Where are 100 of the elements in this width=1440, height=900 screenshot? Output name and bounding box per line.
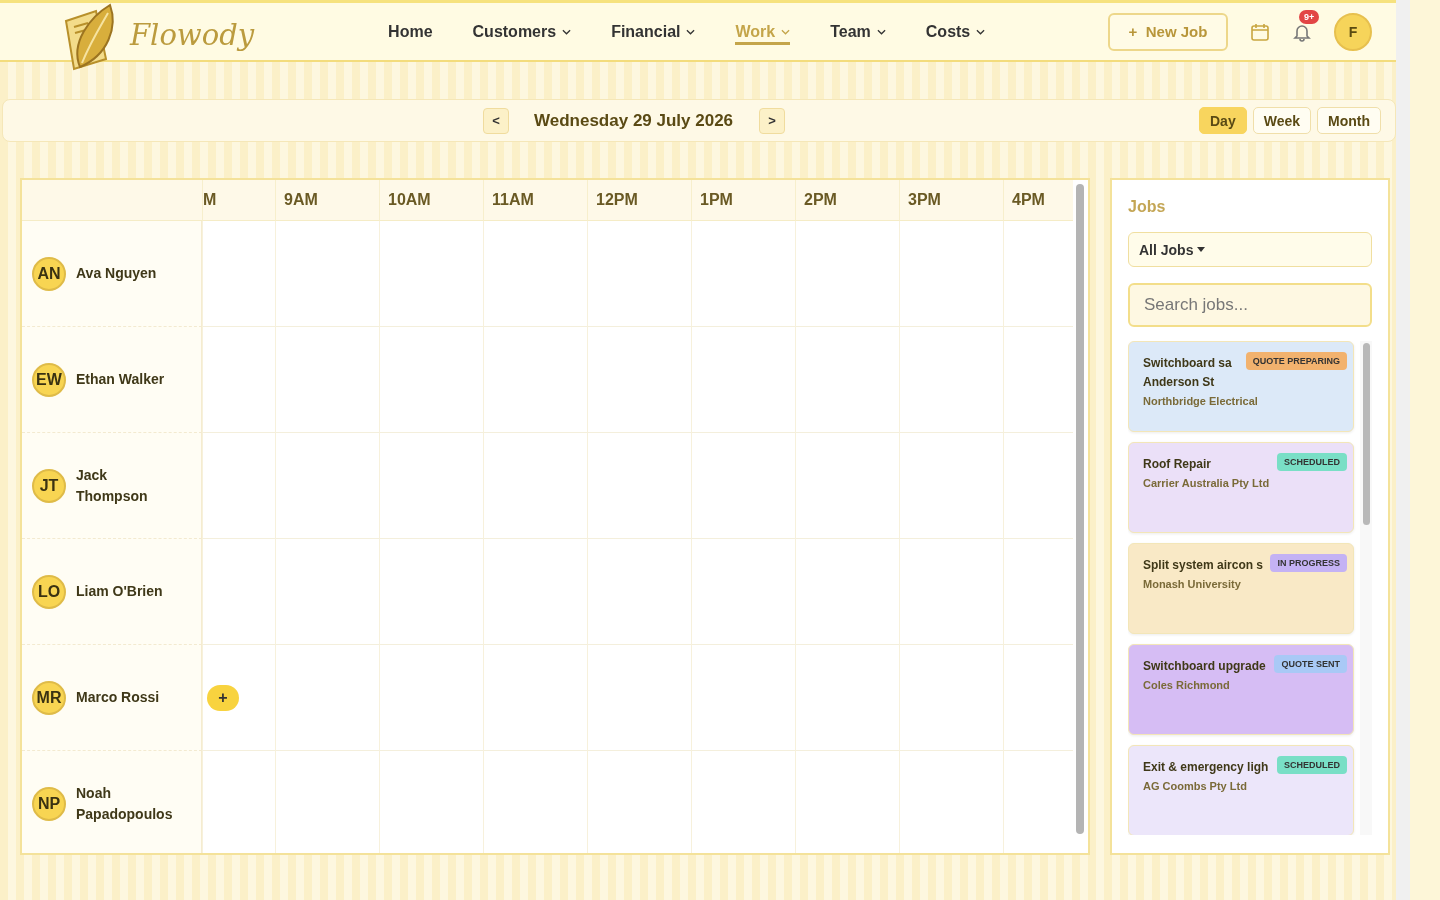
job-card[interactable]: Split system aircon s IN PROGRESS Monash University	[1128, 543, 1354, 634]
job-card[interactable]: Roof Repair SCHEDULED Carrier Australia Pty Ltd	[1128, 442, 1354, 533]
status-badge: SCHEDULED	[1277, 756, 1347, 774]
staff-avatar: AN	[32, 256, 66, 291]
customer-name: Coles Richmond	[1143, 679, 1231, 691]
schedule-cell[interactable]	[275, 539, 379, 645]
schedule-cell[interactable]	[587, 433, 691, 539]
schedule-cell[interactable]	[275, 433, 379, 539]
view-tab[interactable]: Week	[1252, 107, 1311, 134]
schedule-cell[interactable]	[899, 539, 1003, 645]
staff-name: Jack Thompson	[76, 465, 149, 506]
schedule-cell[interactable]	[691, 327, 795, 433]
search-field[interactable]: Search jobs...	[1128, 283, 1372, 327]
staff-avatar: MR	[32, 680, 66, 715]
schedule-cell[interactable]	[275, 221, 379, 327]
schedule-cell[interactable]	[379, 327, 483, 433]
schedule-cell[interactable]	[795, 645, 899, 751]
schedule-cell[interactable]	[899, 221, 1003, 327]
scrollbar[interactable]	[1362, 343, 1370, 525]
customer-name: Monash University	[1143, 578, 1242, 590]
view-tab[interactable]: Day	[1199, 107, 1247, 134]
schedule-cell[interactable]	[587, 645, 691, 751]
status-badge: QUOTE PREPARING	[1245, 352, 1347, 370]
schedule-cell[interactable]	[202, 539, 275, 645]
schedule-cell[interactable]	[899, 645, 1003, 751]
schedule-cell[interactable]	[691, 433, 795, 539]
schedule-cell[interactable]	[691, 221, 795, 327]
schedule-cell[interactable]	[1003, 327, 1073, 433]
job-title: Roof Repair	[1143, 456, 1211, 473]
time-header: 10AM	[379, 180, 483, 221]
schedule-cell[interactable]	[795, 221, 899, 327]
schedule-cell[interactable]	[379, 221, 483, 327]
schedule-cell[interactable]	[1003, 645, 1073, 751]
schedule-cell[interactable]	[899, 327, 1003, 433]
schedule-cell[interactable]	[1003, 433, 1073, 539]
schedule-cell[interactable]	[379, 539, 483, 645]
schedule-cell[interactable]	[379, 433, 483, 539]
schedule-cell[interactable]: +	[202, 645, 275, 751]
customer-name: AG Coombs Pty Ltd	[1143, 780, 1248, 792]
time-header: 12PM	[587, 180, 691, 221]
schedule-cell[interactable]	[483, 539, 587, 645]
nav-link[interactable]: Home	[388, 18, 433, 45]
schedule-cell[interactable]	[587, 221, 691, 327]
job-card[interactable]: Exit & emergency ligh SCHEDULED AG Coombs Pty Ltd	[1128, 745, 1354, 835]
job-card[interactable]: Switchboard upgrade QUOTE SENT Coles Richmond	[1128, 644, 1354, 735]
staff-avatar: NP	[32, 786, 66, 821]
staff-avatar: JT	[32, 468, 66, 503]
schedule-cell[interactable]	[795, 433, 899, 539]
nav-link[interactable]: Team	[830, 18, 886, 45]
schedule-cell[interactable]	[275, 645, 379, 751]
nav-link[interactable]: Customers	[472, 18, 572, 45]
job-title: Split system aircon s	[1143, 557, 1264, 574]
schedule-cell[interactable]	[483, 221, 587, 327]
schedule-cell[interactable]	[1003, 221, 1073, 327]
staff-avatar: EW	[32, 362, 66, 397]
staff-name: Noah Papadopoulos	[76, 783, 174, 824]
job-title: Anderson St	[1143, 374, 1216, 391]
customer-name: Carrier Australia Pty Ltd	[1143, 477, 1271, 489]
scrollbar[interactable]	[1076, 184, 1084, 834]
schedule-cell[interactable]	[795, 539, 899, 645]
schedule-cell[interactable]	[899, 433, 1003, 539]
nav-link[interactable]: Financial	[611, 18, 696, 45]
schedule-cell[interactable]	[202, 221, 275, 327]
user-avatar[interactable]: F	[1334, 12, 1372, 51]
schedule-cell[interactable]	[275, 327, 379, 433]
staff-name: Ethan Walker	[76, 370, 166, 389]
staff-name: Marco Rossi	[76, 688, 161, 707]
job-filter-dropdown[interactable]: All Jobs	[1128, 232, 1372, 267]
job-title: Switchboard upgrade	[1143, 658, 1266, 675]
schedule-cell[interactable]	[379, 645, 483, 751]
calendar-icon[interactable]	[1250, 21, 1270, 42]
schedule-cell[interactable]	[1003, 539, 1073, 645]
staff-avatar: LO	[32, 574, 66, 609]
date-title: Wednesday 29 July 2026	[534, 110, 734, 131]
add-job-button[interactable]: +	[207, 684, 239, 711]
schedule-cell[interactable]	[691, 645, 795, 751]
staff-name: Liam O'Brien	[76, 582, 164, 601]
job-title: Switchboard sa	[1143, 355, 1232, 372]
schedule-cell[interactable]	[587, 327, 691, 433]
schedule-cell[interactable]	[795, 327, 899, 433]
schedule-cell[interactable]	[587, 539, 691, 645]
view-tab[interactable]: Month	[1317, 107, 1381, 134]
schedule-cell[interactable]	[483, 327, 587, 433]
notification-count: 9+	[1299, 9, 1320, 24]
next-day-button[interactable]: >	[759, 107, 786, 134]
caret-icon	[1197, 247, 1206, 252]
job-card[interactable]: Switchboard sa Anderson St QUOTE PREPARING Northbridge Electrical	[1128, 341, 1354, 432]
schedule-cell[interactable]	[483, 645, 587, 751]
schedule-cell[interactable]	[691, 539, 795, 645]
job-title: Exit & emergency ligh	[1143, 759, 1269, 776]
schedule-cell[interactable]	[483, 433, 587, 539]
previous-day-button[interactable]: <	[483, 107, 509, 134]
status-badge: IN PROGRESS	[1270, 554, 1347, 572]
time-header: 4PM	[1003, 180, 1073, 221]
schedule-cell[interactable]	[202, 327, 275, 433]
time-header: M	[202, 180, 275, 221]
schedule-cell[interactable]	[202, 433, 275, 539]
nav-link[interactable]: Costs	[925, 18, 986, 45]
staff-name: Ava Nguyen	[76, 264, 158, 283]
status-badge: QUOTE SENT	[1274, 655, 1347, 673]
